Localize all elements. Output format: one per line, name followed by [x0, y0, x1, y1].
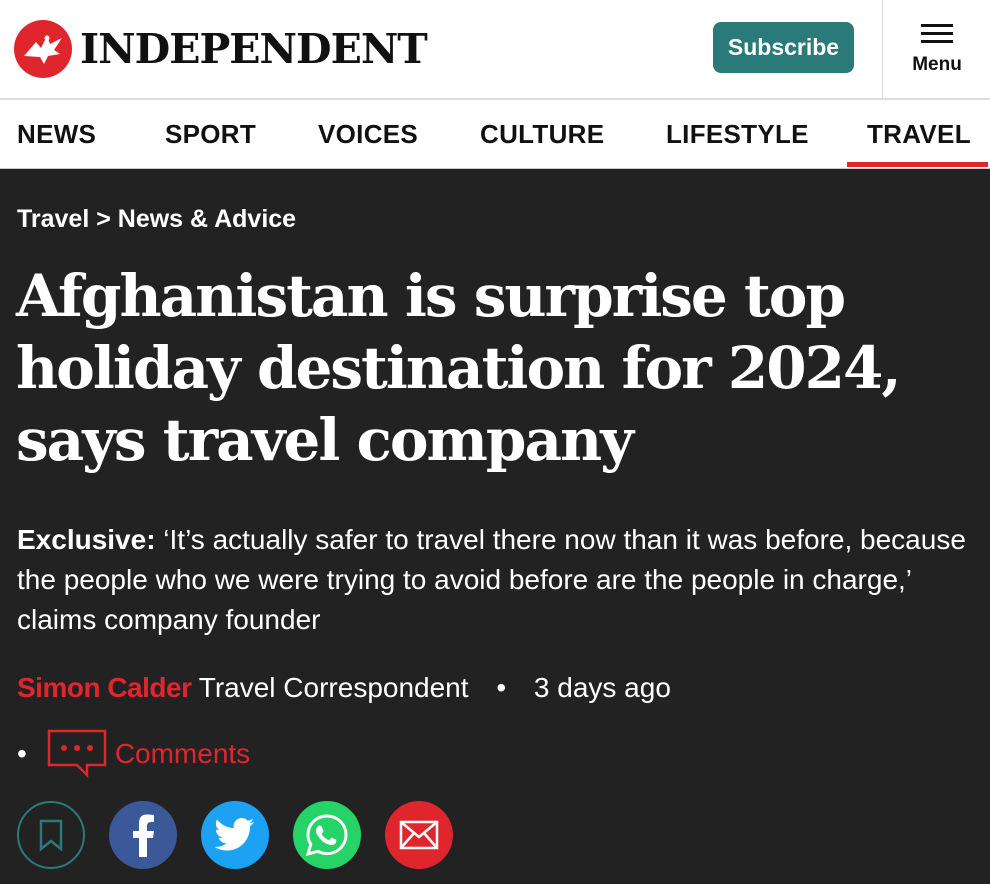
section-nav: NEWS SPORT VOICES CULTURE LIFESTYLE TRAV… [0, 100, 990, 169]
whatsapp-icon [305, 814, 348, 857]
twitter-share-button[interactable] [201, 801, 269, 869]
nav-item-culture[interactable]: CULTURE [480, 119, 604, 150]
site-header: INDEPENDENT Subscribe Menu [0, 0, 990, 100]
hamburger-icon [921, 24, 953, 44]
byline: Simon Calder Travel Correspondent • 3 da… [17, 672, 671, 704]
standfirst-lead: Exclusive: [17, 524, 156, 555]
share-bar [17, 801, 453, 869]
comment-bubble-icon [47, 729, 107, 779]
email-icon [399, 820, 439, 850]
comments-link[interactable]: • Comments [17, 729, 250, 779]
comments-bullet: • [17, 738, 27, 769]
author-link[interactable]: Simon Calder [17, 672, 192, 703]
nav-active-indicator [847, 162, 988, 167]
facebook-icon [133, 814, 154, 857]
site-logo[interactable]: INDEPENDENT [14, 20, 428, 78]
author-role: Travel Correspondent [198, 672, 469, 703]
article-standfirst: Exclusive: ‘It’s actually safer to trave… [17, 520, 977, 640]
byline-separator: • [496, 672, 507, 703]
bookmark-button[interactable] [17, 801, 85, 869]
menu-button[interactable]: Menu [884, 0, 990, 98]
nav-item-sport[interactable]: SPORT [165, 119, 256, 150]
nav-item-travel[interactable]: TRAVEL [867, 119, 971, 150]
publish-time: 3 days ago [533, 672, 671, 703]
eagle-logo-icon [14, 20, 72, 78]
email-share-button[interactable] [385, 801, 453, 869]
whatsapp-share-button[interactable] [293, 801, 361, 869]
menu-label: Menu [912, 54, 962, 75]
breadcrumb[interactable]: Travel > News & Advice [17, 205, 296, 234]
nav-item-news[interactable]: NEWS [17, 119, 96, 150]
facebook-share-button[interactable] [109, 801, 177, 869]
nav-item-lifestyle[interactable]: LIFESTYLE [666, 119, 809, 150]
standfirst-text: ‘It’s actually safer to travel there now… [17, 524, 966, 635]
header-divider [882, 0, 883, 98]
comments-label: Comments [114, 738, 251, 769]
logo-wordmark: INDEPENDENT [80, 24, 428, 73]
article-headline: Afghanistan is surprise top holiday dest… [16, 262, 902, 474]
bookmark-icon [39, 819, 63, 852]
subscribe-button[interactable]: Subscribe [713, 22, 854, 73]
twitter-icon [215, 818, 254, 851]
nav-item-voices[interactable]: VOICES [318, 119, 418, 150]
article-header: Travel > News & Advice Afghanistan is su… [0, 169, 990, 884]
